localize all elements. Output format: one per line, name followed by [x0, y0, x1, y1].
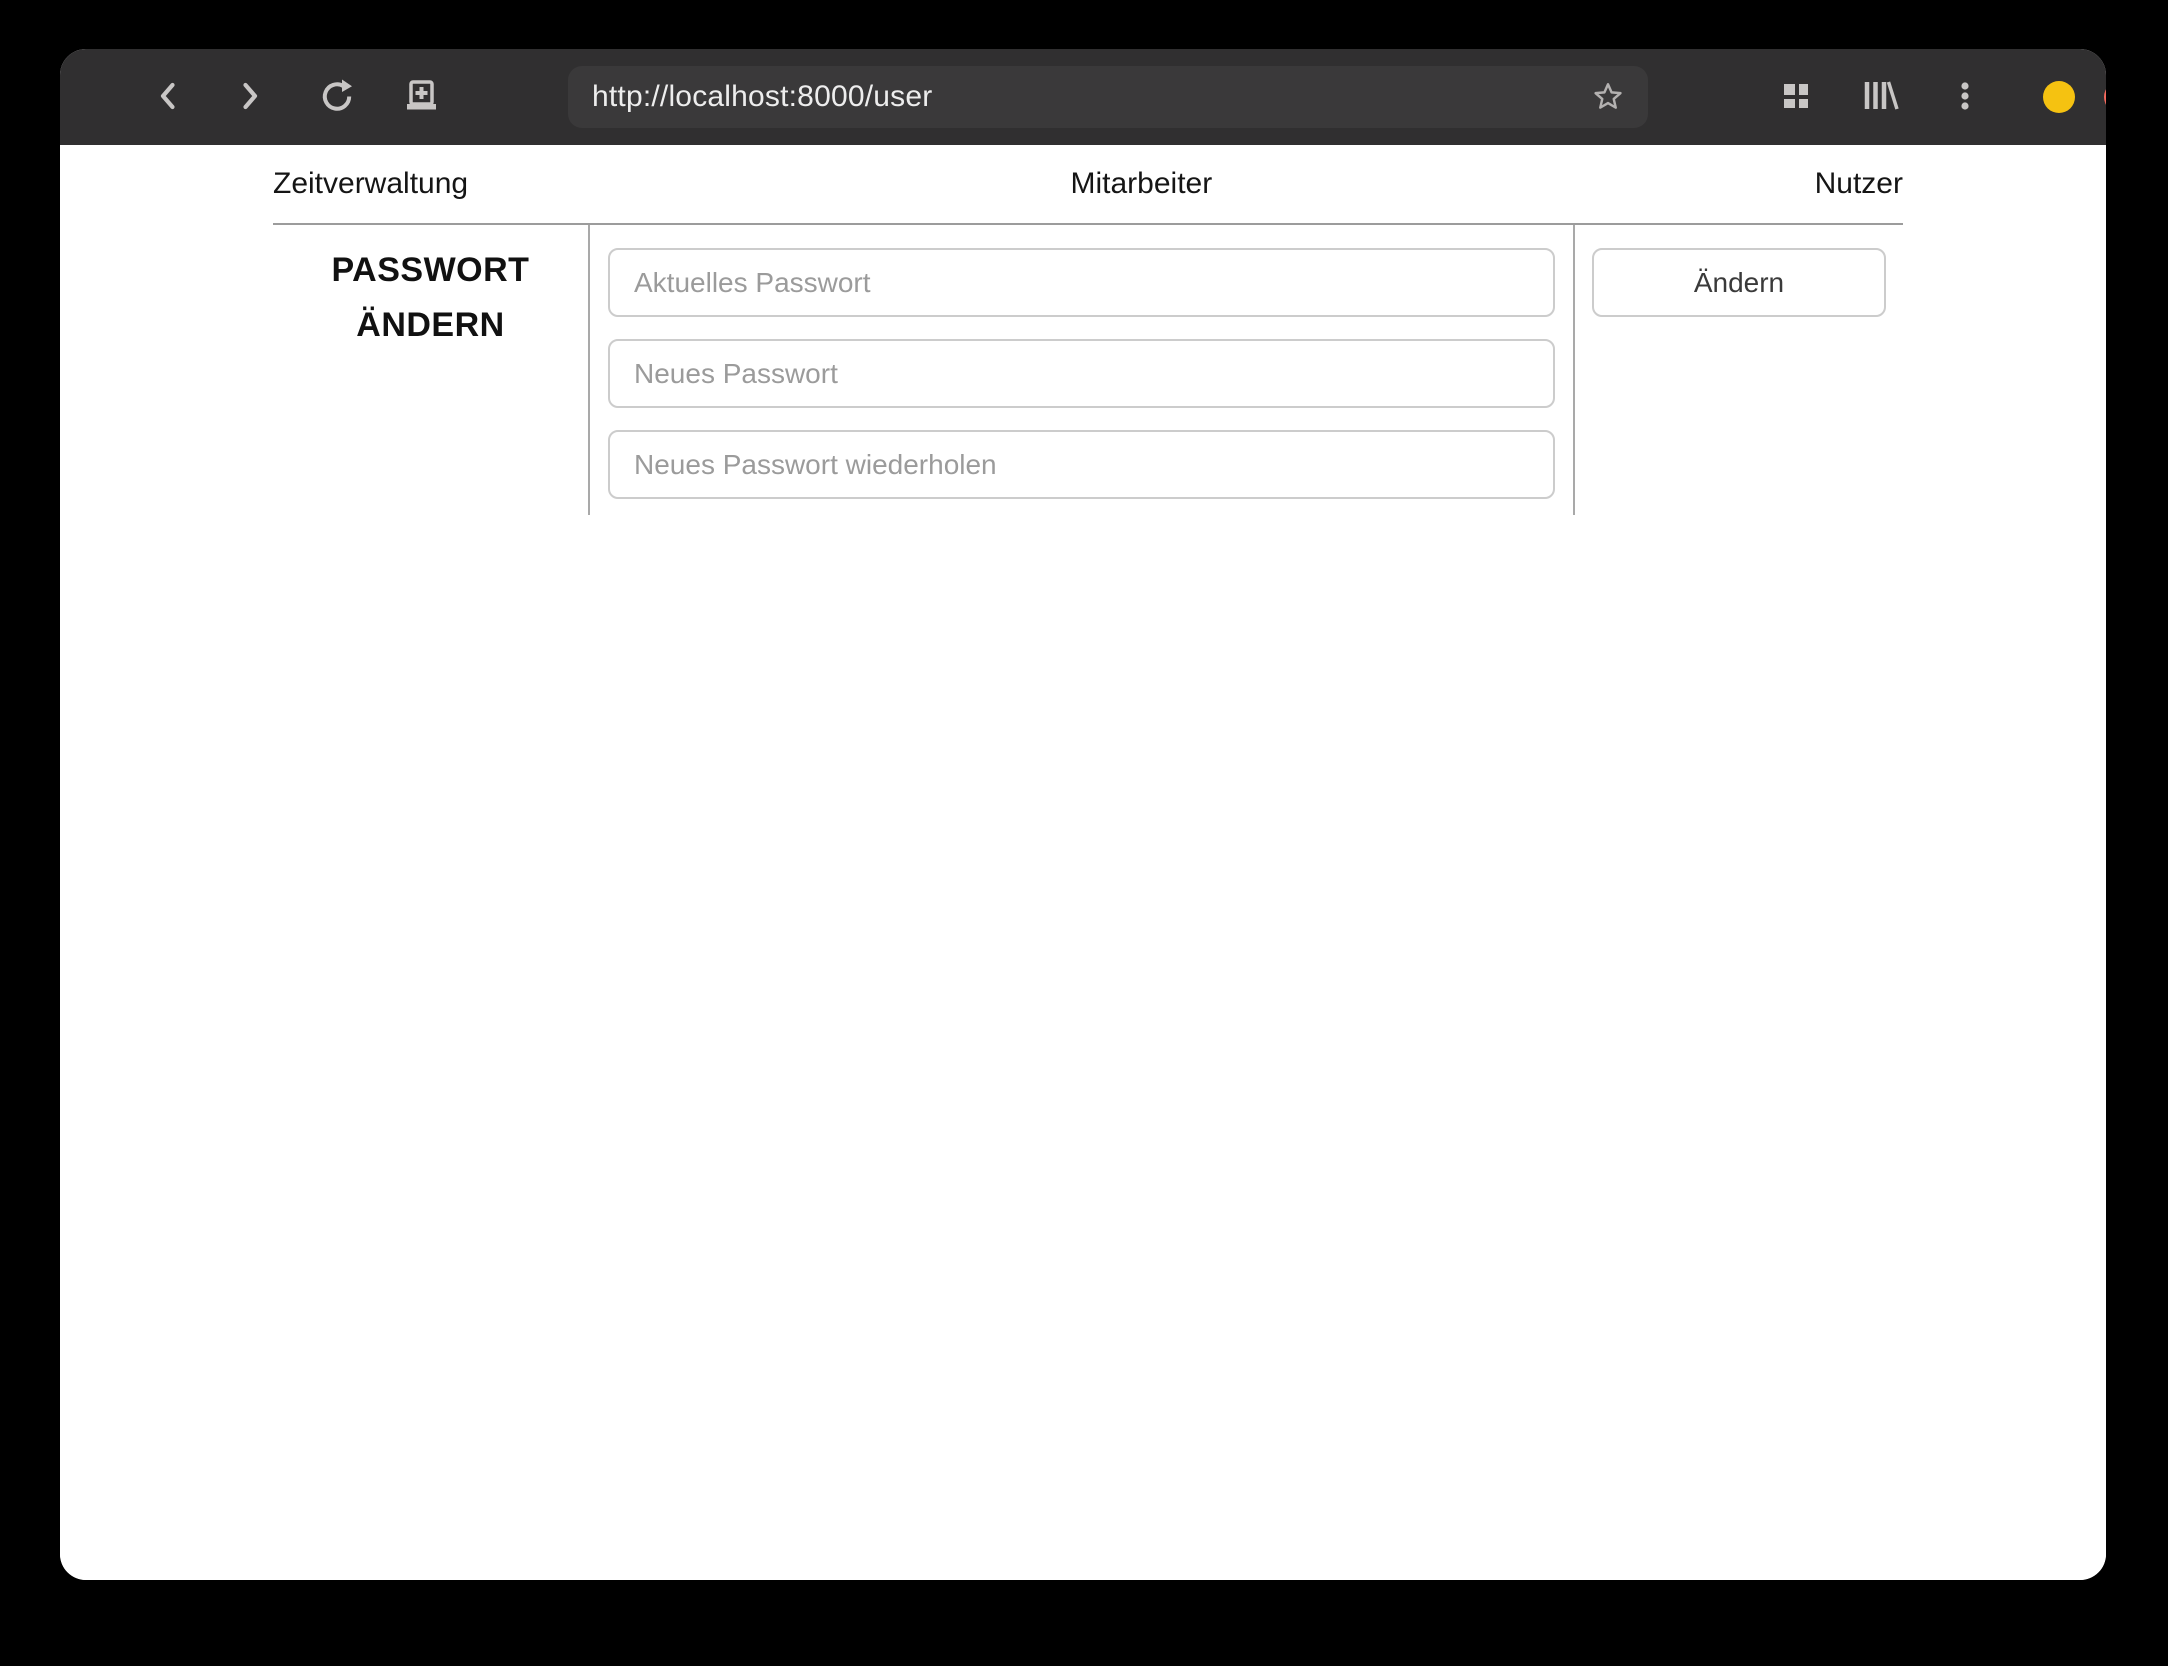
password-change-section: PASSWORT ÄNDERN Ändern	[273, 223, 1903, 515]
form-title-column: PASSWORT ÄNDERN	[273, 225, 590, 515]
grid-icon	[1779, 79, 1813, 116]
chevron-left-icon	[151, 79, 185, 116]
url-text: http://localhost:8000/user	[592, 80, 933, 113]
desktop-background: http://localhost:8000/user Zeitverwaltun…	[0, 0, 2168, 1666]
minimize-button[interactable]	[2043, 81, 2075, 113]
nav-item-nutzer[interactable]: Nutzer	[1815, 167, 1903, 201]
page-content: Zeitverwaltung Mitarbeiter Nutzer PASSWO…	[60, 145, 2106, 1580]
browser-toolbar: http://localhost:8000/user	[60, 49, 2106, 145]
forward-button[interactable]	[226, 73, 274, 121]
form-title: PASSWORT ÄNDERN	[331, 251, 530, 345]
page-container: Zeitverwaltung Mitarbeiter Nutzer PASSWO…	[273, 145, 1903, 515]
current-password-input[interactable]	[608, 248, 1555, 317]
form-fields-column	[590, 225, 1575, 515]
form-action-column: Ändern	[1575, 225, 1903, 515]
library-button[interactable]	[1856, 73, 1904, 121]
url-bar[interactable]: http://localhost:8000/user	[568, 66, 1648, 128]
new-password-input[interactable]	[608, 339, 1555, 408]
nav-item-mitarbeiter[interactable]: Mitarbeiter	[1071, 167, 1213, 201]
back-button[interactable]	[144, 73, 192, 121]
tab-overview-button[interactable]	[1772, 73, 1820, 121]
menu-button[interactable]	[1941, 73, 1989, 121]
change-password-button[interactable]: Ändern	[1592, 248, 1886, 317]
repeat-new-password-input[interactable]	[608, 430, 1555, 499]
reload-button[interactable]	[313, 73, 361, 121]
new-tab-icon	[402, 78, 438, 117]
close-button[interactable]	[2104, 81, 2106, 113]
browser-window: http://localhost:8000/user Zeitverwaltun…	[60, 49, 2106, 1580]
library-icon	[1861, 78, 1899, 117]
new-tab-button[interactable]	[396, 73, 444, 121]
bookmark-star-icon[interactable]	[1592, 81, 1624, 113]
kebab-menu-icon	[1948, 78, 1982, 117]
nav-item-zeitverwaltung[interactable]: Zeitverwaltung	[273, 167, 468, 201]
reload-icon	[318, 77, 356, 118]
main-nav: Zeitverwaltung Mitarbeiter Nutzer	[273, 145, 1903, 223]
chevron-right-icon	[233, 79, 267, 116]
